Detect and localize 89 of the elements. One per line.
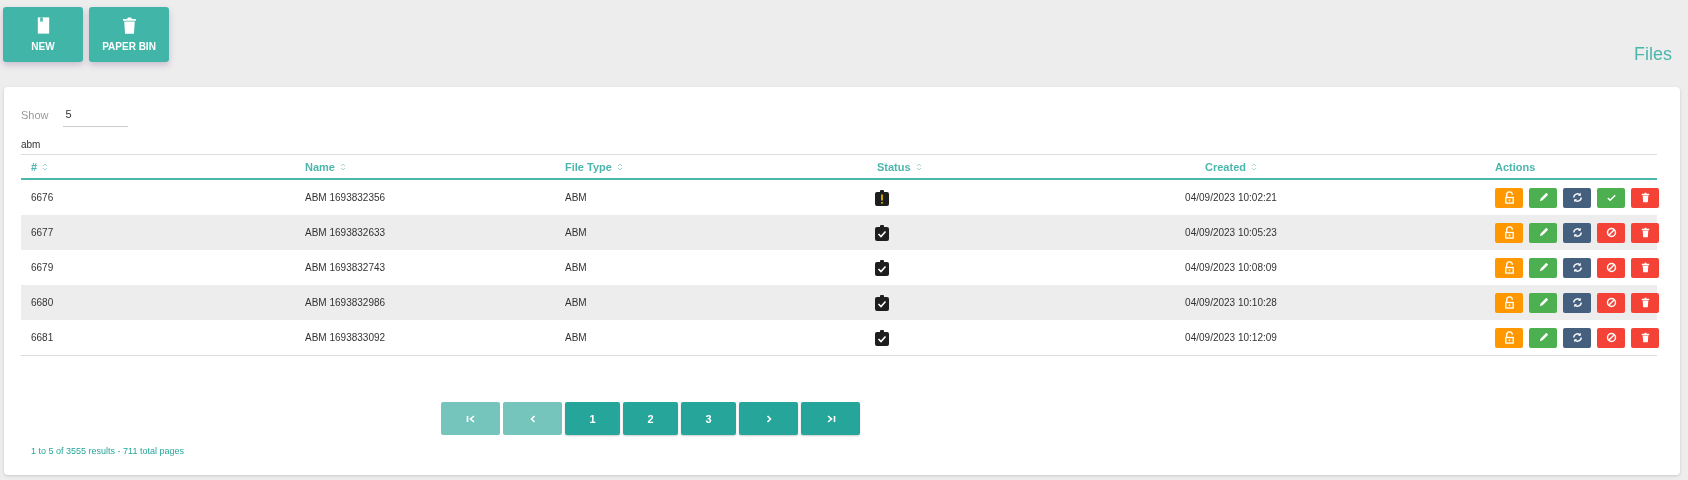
table-cell-text: ABM 1693832633 (304, 227, 386, 238)
table-cell-text: ABM 1693832356 (304, 192, 386, 203)
sync-button[interactable] (1563, 327, 1591, 348)
table-cell: 04/09/2023 10:12:09 (1185, 332, 1277, 343)
table-cell: 04/09/2023 10:05:23 (1185, 227, 1277, 238)
block-icon (1604, 331, 1618, 344)
sync-button[interactable] (1563, 187, 1591, 208)
results-summary: 1 to 5 of 3555 results - 711 total pages (31, 446, 184, 456)
table-cell-text: 6681 (30, 332, 54, 343)
delete-button[interactable] (1631, 187, 1659, 208)
edit-button[interactable] (1529, 222, 1557, 243)
clipboard-check-icon (875, 259, 889, 276)
table-cell-text: ABM 1693832743 (304, 262, 386, 273)
table-cell-text: ABM (564, 192, 587, 203)
sync-icon (1570, 296, 1584, 309)
edit-button[interactable] (1529, 187, 1557, 208)
last-page-icon (825, 413, 836, 424)
delete-button[interactable] (1631, 292, 1659, 313)
paper-bin-button[interactable]: PAPER BIN (89, 7, 169, 62)
block-button[interactable] (1597, 327, 1625, 348)
table-cell-text: ABM (564, 332, 587, 343)
page-button[interactable]: 1 (565, 402, 620, 435)
table-cell: 04/09/2023 10:02:21 (1185, 192, 1277, 203)
page-button[interactable]: 2 (623, 402, 678, 435)
padlock-icon (1502, 296, 1516, 309)
page-size-field[interactable]: 5 (62, 103, 128, 127)
block-icon (1604, 261, 1618, 274)
table-cell: 04/09/2023 10:10:28 (1185, 297, 1277, 308)
table-cell-text: ABM 1693832986 (304, 297, 386, 308)
padlock-icon (1502, 261, 1516, 274)
padlock-icon (1502, 191, 1516, 204)
table-cell-text: 6680 (30, 297, 54, 308)
table-cell-text: 6679 (30, 262, 54, 273)
sync-icon (1570, 226, 1584, 239)
edit-button[interactable] (1529, 327, 1557, 348)
block-icon (1604, 226, 1618, 239)
table-cell-text: ABM (564, 262, 587, 273)
column-header[interactable]: Status (877, 160, 922, 173)
table-cell-text: ABM 1693833092 (304, 332, 386, 343)
sort-icon (915, 161, 922, 172)
edit-button[interactable] (1529, 292, 1557, 313)
unlock-button[interactable] (1495, 292, 1523, 313)
trash-icon (122, 17, 136, 34)
column-header: Actions (1495, 160, 1536, 173)
sort-icon (1251, 161, 1257, 172)
column-header[interactable]: File Type (565, 160, 623, 173)
clipboard-check-icon (875, 329, 889, 346)
padlock-icon (1502, 226, 1516, 239)
table-cell-text: ABM (564, 297, 587, 308)
edit-button[interactable] (1529, 257, 1557, 278)
clipboard-check-icon (875, 294, 889, 311)
sync-icon (1570, 261, 1584, 274)
delete-button[interactable] (1631, 257, 1659, 278)
new-button[interactable]: NEW (3, 7, 83, 62)
show-label: Show (21, 109, 49, 121)
sync-icon (1570, 331, 1584, 344)
unlock-button[interactable] (1495, 187, 1523, 208)
sync-button[interactable] (1563, 292, 1591, 313)
unlock-button[interactable] (1495, 257, 1523, 278)
table-cell: 04/09/2023 10:08:09 (1185, 262, 1277, 273)
padlock-icon (1502, 331, 1516, 344)
delete-button[interactable] (1631, 327, 1659, 348)
table-cell-text: 6676 (30, 192, 54, 203)
filter-text: abm (21, 139, 41, 150)
table-cell-text: ABM (564, 227, 587, 238)
column-header[interactable]: Created (1205, 160, 1257, 173)
delete-button[interactable] (1631, 222, 1659, 243)
unlock-button[interactable] (1495, 327, 1523, 348)
sort-icon (339, 161, 346, 172)
unlock-button[interactable] (1495, 222, 1523, 243)
approve-button[interactable] (1597, 187, 1625, 208)
sort-icon (616, 161, 623, 172)
first-page-icon (465, 413, 476, 424)
page-title: Files (1634, 44, 1672, 65)
table-cell-text: 6677 (30, 227, 54, 238)
clipboard-check-icon (875, 224, 889, 241)
sync-icon (1570, 191, 1584, 204)
clipboard-alert-icon (875, 189, 889, 206)
page-button[interactable]: 3 (681, 402, 736, 435)
block-button[interactable] (1597, 222, 1625, 243)
book-icon (36, 17, 50, 34)
block-button[interactable] (1597, 292, 1625, 313)
sync-button[interactable] (1563, 257, 1591, 278)
column-header[interactable]: # (31, 160, 49, 173)
block-button[interactable] (1597, 257, 1625, 278)
sort-icon (42, 161, 49, 172)
sync-button[interactable] (1563, 222, 1591, 243)
block-icon (1604, 296, 1618, 309)
column-header[interactable]: Name (305, 160, 346, 173)
